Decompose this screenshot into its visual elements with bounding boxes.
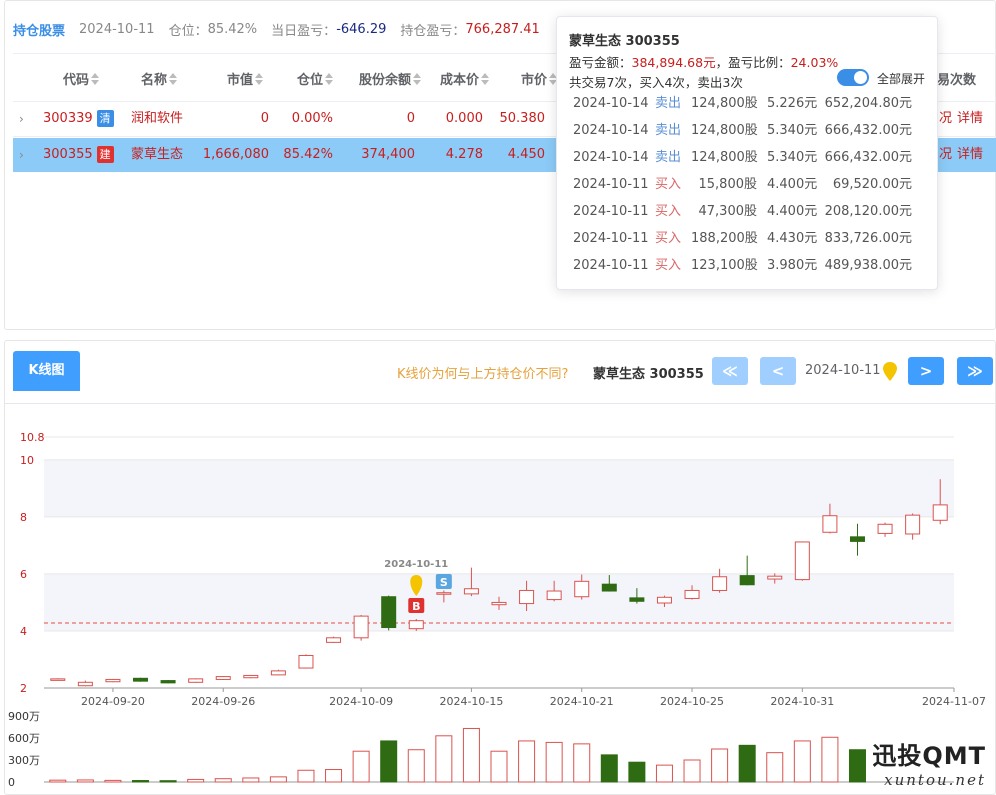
x-tick-label: 2024-09-26 (191, 695, 255, 708)
candle (794, 541, 810, 581)
volume-bar (407, 749, 425, 783)
volume-tick-label: 600万 (8, 732, 40, 745)
volume-bar (821, 736, 839, 783)
candle (463, 588, 479, 595)
volume-bar (518, 740, 536, 783)
volume-bar (711, 748, 729, 783)
volume-bar (242, 777, 260, 783)
volume-bar (628, 761, 646, 783)
candle (243, 674, 259, 679)
volume-bar (545, 741, 563, 783)
volume-bar (793, 740, 811, 783)
y-tick-label: 8 (20, 511, 27, 524)
buy-marker-label: B (412, 600, 420, 613)
volume-bar (214, 778, 232, 783)
volume-bar (325, 769, 343, 783)
volume-bar (104, 779, 122, 783)
volume-bar (159, 780, 177, 783)
volume-bar (462, 727, 480, 783)
candle (739, 575, 755, 586)
candle (381, 596, 397, 629)
volume-bar (490, 750, 508, 783)
candle (160, 680, 176, 684)
volume-bar (269, 776, 287, 783)
candle (905, 514, 921, 535)
y-tick-label: 10.8 (20, 431, 45, 444)
x-tick-label: 2024-10-09 (329, 695, 393, 708)
y-tick-label: 10 (20, 454, 34, 467)
x-tick-label: 2024-10-25 (660, 695, 724, 708)
candle (50, 678, 66, 681)
candle (77, 681, 93, 687)
volume-bar (297, 769, 315, 783)
chart-band (44, 459, 954, 517)
candle (188, 678, 204, 683)
kline-chart[interactable]: 10.8 10 8 6 4 2 2024-09-20 2024-09-26 2024-10-09… (0, 0, 996, 795)
candle (133, 677, 149, 682)
volume-bar (766, 752, 784, 783)
candle (629, 597, 645, 602)
volume-bar (76, 779, 94, 783)
candle (353, 615, 369, 639)
volume-bar (435, 735, 453, 783)
candle (519, 589, 535, 605)
candle (849, 536, 865, 542)
candle (491, 601, 507, 606)
candle (270, 670, 286, 676)
sell-marker-label: S (440, 576, 448, 589)
candle (932, 504, 948, 521)
x-tick-label: 2024-09-20 (81, 695, 145, 708)
candle (822, 515, 838, 533)
candle (326, 637, 342, 643)
volume-bar (132, 780, 150, 783)
candle (546, 590, 562, 601)
candle (767, 575, 783, 580)
candle (215, 676, 231, 680)
volume-tick-label: 300万 (8, 754, 40, 767)
candle (298, 654, 314, 669)
volume-bar (573, 743, 591, 783)
candle (712, 576, 728, 591)
candle (105, 678, 121, 683)
candle (436, 592, 452, 595)
x-tick-label: 2024-10-31 (770, 695, 834, 708)
candle (408, 620, 424, 630)
y-tick-label: 6 (20, 568, 27, 581)
watermark-logo: 迅投QMT xuntou.net (872, 742, 986, 789)
candle (601, 583, 617, 592)
volume-bar (655, 764, 673, 783)
volume-bar (352, 750, 370, 783)
volume-tick-label: 0 (8, 776, 15, 789)
candle (656, 596, 672, 604)
volume-bar (600, 754, 618, 783)
volume-tick-label: 900万 (8, 710, 40, 723)
volume-bar (738, 744, 756, 783)
x-tick-label: 2024-10-15 (439, 695, 503, 708)
volume-bar (848, 749, 866, 783)
x-tick-label: 2024-11-07 (922, 695, 986, 708)
candle (684, 589, 700, 599)
y-tick-label: 2 (20, 682, 27, 695)
y-tick-label: 4 (20, 625, 27, 638)
x-tick-label: 2024-10-21 (550, 695, 614, 708)
volume-bar (49, 779, 67, 783)
volume-bar (380, 740, 398, 783)
volume-bar (187, 778, 205, 783)
volume-bar (683, 759, 701, 783)
candle (574, 580, 590, 598)
marker-date-label: 2024-10-11 (384, 559, 448, 570)
candle (877, 523, 893, 534)
